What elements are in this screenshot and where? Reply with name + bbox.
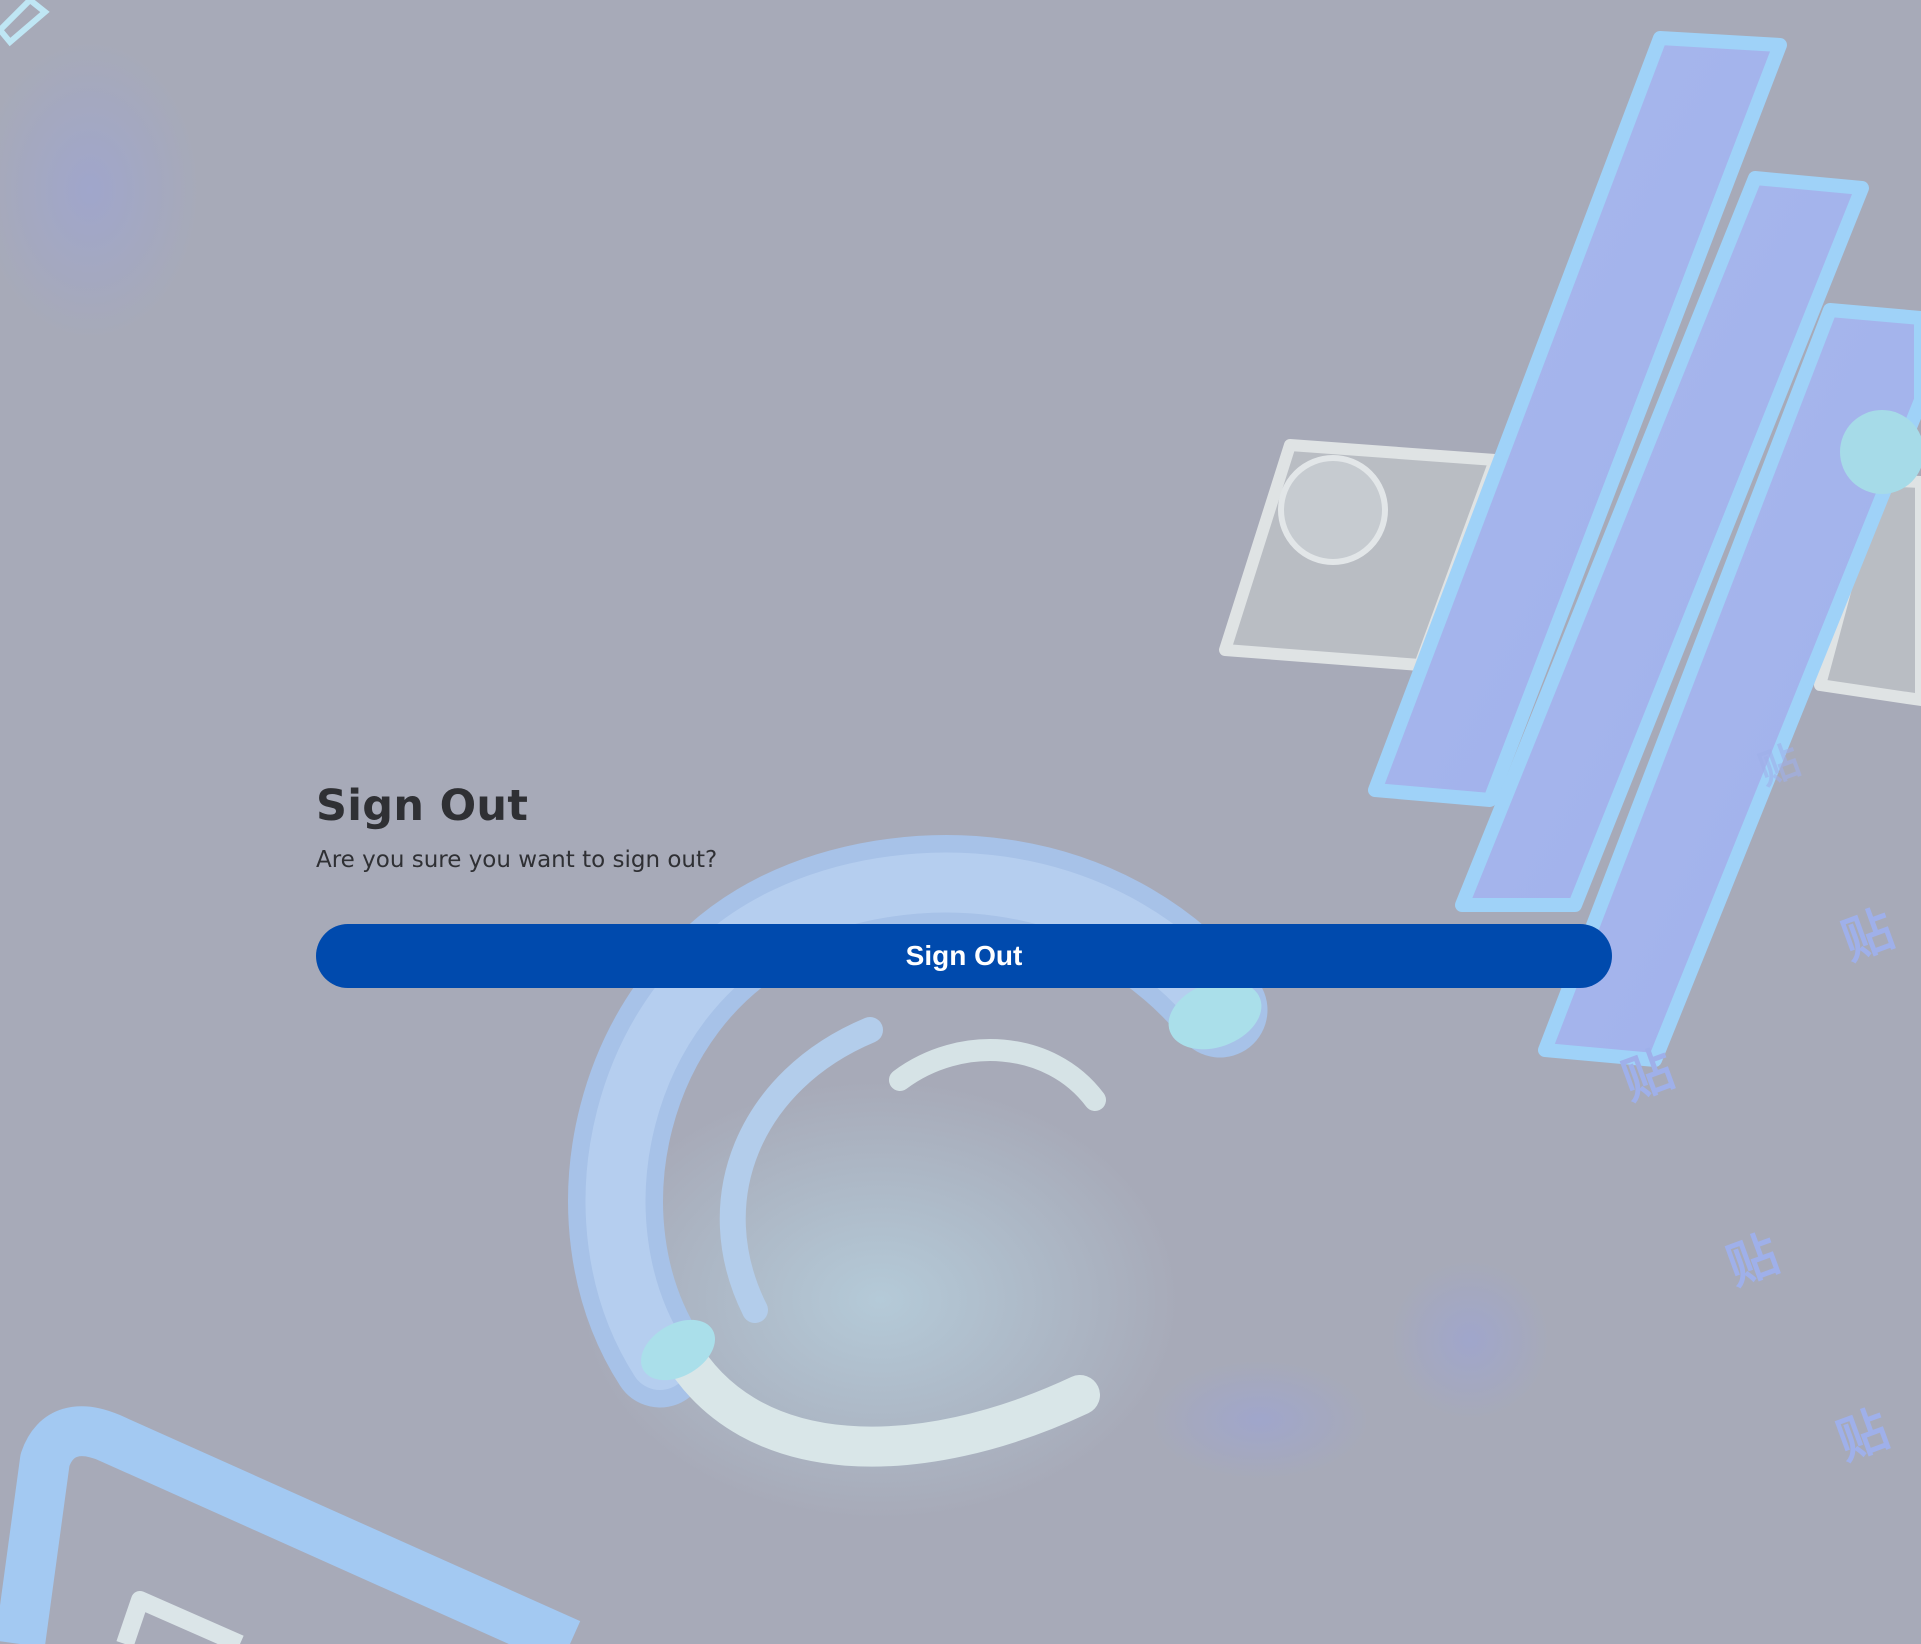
svg-text:贴: 贴 bbox=[1834, 900, 1901, 972]
svg-text:贴: 贴 bbox=[1829, 1400, 1896, 1472]
signout-message: Are you sure you want to sign out? bbox=[316, 847, 718, 873]
sign-out-button[interactable]: Sign Out bbox=[316, 924, 1612, 988]
frame-shape bbox=[0, 1406, 581, 1644]
signout-dialog: Sign Out Are you sure you want to sign o… bbox=[316, 780, 1612, 988]
svg-text:贴: 贴 bbox=[1719, 1225, 1786, 1297]
page-title: Sign Out bbox=[316, 781, 529, 831]
